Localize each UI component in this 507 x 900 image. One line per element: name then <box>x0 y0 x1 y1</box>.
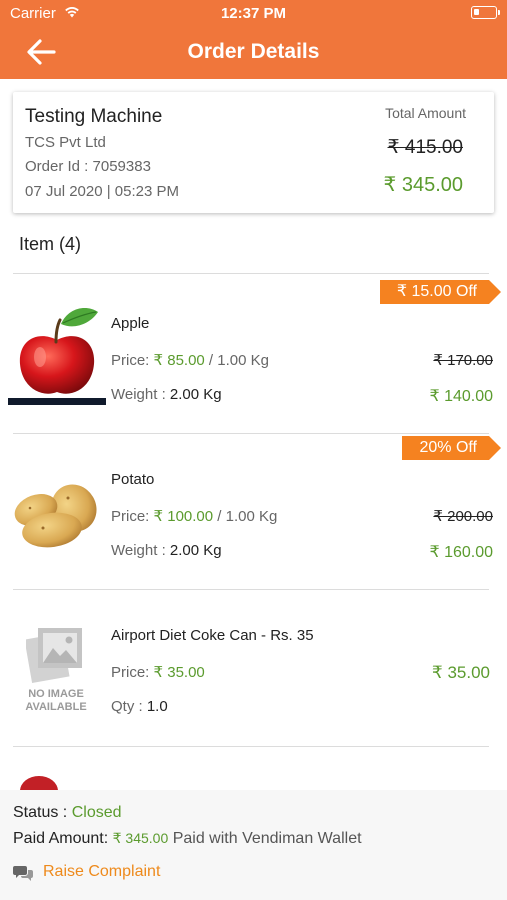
clock: 12:37 PM <box>220 5 287 22</box>
order-summary-card: Testing Machine TCS Pvt Ltd Order Id : 7… <box>13 92 494 213</box>
list-item[interactable]: NO IMAGE AVAILABLE Airport Diet Coke Can… <box>0 590 507 746</box>
battery-icon <box>471 6 500 19</box>
company-name: TCS Pvt Ltd <box>25 134 106 151</box>
total-original-amount: ₹ 415.00 <box>387 137 463 158</box>
order-details-screen: { "status_bar": { "carrier": "Carrier", … <box>0 0 507 900</box>
discount-badge: ₹ 15.00 Off <box>379 278 502 304</box>
order-status: Status : Closed <box>13 804 122 821</box>
item-final-total: ₹ 160.00 <box>429 544 493 561</box>
image-placeholder-icon <box>26 628 82 683</box>
item-price: Price: ₹ 35.00 <box>111 664 205 681</box>
order-id: Order Id : 7059383 <box>25 158 151 175</box>
item-final-total: ₹ 35.00 <box>431 663 490 682</box>
order-footer: Status : Closed Paid Amount: ₹ 345.00 Pa… <box>0 790 507 900</box>
potato-image <box>14 484 97 548</box>
list-item[interactable]: ₹ 15.00 Off Apple Price: ₹ 85.00 / 1.00 … <box>0 278 507 434</box>
order-date: 07 Jul 2020 | 05:23 PM <box>25 183 179 200</box>
status-bar: Carrier 12:37 PM <box>0 0 507 28</box>
item-name: Airport Diet Coke Can - Rs. 35 <box>111 627 314 644</box>
no-image-placeholder: NO IMAGE AVAILABLE <box>14 624 104 714</box>
total-final-amount: ₹ 345.00 <box>383 174 463 196</box>
item-name: Apple <box>111 315 150 332</box>
item-weight: Weight : 2.00 Kg <box>111 386 222 403</box>
raise-complaint-label: Raise Complaint <box>43 863 161 880</box>
divider <box>13 746 489 747</box>
discount-badge: 20% Off <box>402 434 501 460</box>
divider <box>13 273 489 274</box>
apple-image <box>8 308 106 405</box>
items-count-heading: Item (4) <box>19 234 82 254</box>
item-price: Price: ₹ 85.00 / 1.00 Kg <box>111 352 269 369</box>
chat-bubbles-icon <box>13 866 33 881</box>
item-name: Potato <box>111 471 155 488</box>
item-final-total: ₹ 140.00 <box>429 388 493 405</box>
no-image-text-line1: NO IMAGE <box>28 688 84 700</box>
item-original-total: ₹ 170.00 <box>433 352 493 369</box>
item-qty: Qty : 1.0 <box>111 698 168 715</box>
no-image-text-line2: AVAILABLE <box>25 701 87 713</box>
item-original-total: ₹ 200.00 <box>433 508 493 525</box>
list-item[interactable]: 20% Off Potato Price: ₹ 100.00 / 1.00 Kg… <box>0 434 507 590</box>
item-price: Price: ₹ 100.00 / 1.00 Kg <box>111 508 278 525</box>
total-amount-label: Total Amount <box>385 105 466 121</box>
app-header: Carrier 12:37 PM Order Details <box>0 0 507 79</box>
item-weight: Weight : 2.00 Kg <box>111 542 222 559</box>
list-item-partial <box>20 772 60 790</box>
paid-amount: Paid Amount: ₹ 345.00 Paid with Vendiman… <box>13 830 362 847</box>
page-title: Order Details <box>187 40 320 63</box>
customer-name: Testing Machine <box>25 106 163 127</box>
